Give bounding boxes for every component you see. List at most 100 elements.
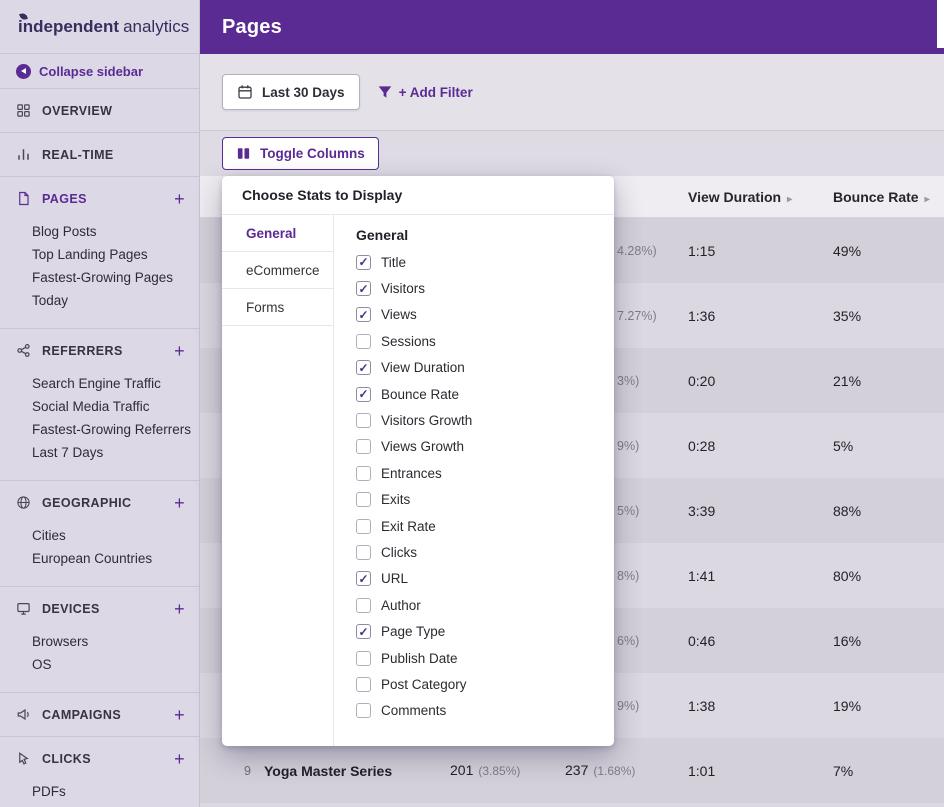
stat-option-sessions[interactable]: Sessions (356, 328, 614, 354)
plus-icon[interactable] (174, 342, 185, 360)
tab-general[interactable]: General (222, 215, 333, 252)
checkbox[interactable] (356, 545, 371, 560)
sidebar-item-european-countries[interactable]: European Countries (0, 547, 199, 570)
sidebar-item-overview[interactable]: OVERVIEW (0, 88, 199, 132)
sidebar-item-social-media-traffic[interactable]: Social Media Traffic (0, 395, 199, 418)
scrollbar[interactable] (937, 0, 944, 48)
sidebar-section-label: REFERRERS (42, 344, 123, 358)
checkbox[interactable] (356, 492, 371, 507)
checkbox[interactable] (356, 307, 371, 322)
checkbox[interactable] (356, 413, 371, 428)
sidebar-item-devices[interactable]: DEVICES (0, 586, 199, 630)
stat-option-visitors-growth[interactable]: Visitors Growth (356, 407, 614, 433)
sidebar: independent analytics Collapse sidebar O… (0, 0, 200, 807)
checkbox[interactable] (356, 703, 371, 718)
stat-option-exit-rate[interactable]: Exit Rate (356, 513, 614, 539)
checkbox[interactable] (356, 598, 371, 613)
bounce-rate-cell: 49% (833, 243, 861, 259)
stat-option-views[interactable]: Views (356, 302, 614, 328)
sidebar-item-cities[interactable]: Cities (0, 524, 199, 547)
sidebar-item-referrers[interactable]: REFERRERS (0, 328, 199, 372)
sidebar-item-pdfs[interactable]: PDFs (0, 780, 199, 803)
checkbox[interactable] (356, 334, 371, 349)
brand-name-bold: independent (18, 17, 119, 37)
sidebar-item-today[interactable]: Today (0, 289, 199, 312)
stat-option-label: Views Growth (381, 439, 464, 454)
views-cell-partial: 5%) (617, 504, 639, 518)
checkbox[interactable] (356, 387, 371, 402)
stat-option-clicks[interactable]: Clicks (356, 539, 614, 565)
checkbox[interactable] (356, 255, 371, 270)
view-duration-cell: 1:01 (688, 763, 715, 779)
sidebar-item-top-landing-pages[interactable]: Top Landing Pages (0, 243, 199, 266)
pages-icon (16, 191, 32, 207)
checkbox[interactable] (356, 624, 371, 639)
stat-option-post-category[interactable]: Post Category (356, 671, 614, 697)
stat-option-publish-date[interactable]: Publish Date (356, 645, 614, 671)
view-duration-cell: 1:36 (688, 308, 715, 324)
date-range-button[interactable]: Last 30 Days (222, 74, 360, 110)
toggle-columns-button[interactable]: Toggle Columns (222, 137, 379, 170)
table-row[interactable]: 9 Yoga Master Series 201(3.85%) 237(1.68… (200, 738, 944, 803)
sidebar-item-realtime[interactable]: REAL-TIME (0, 132, 199, 176)
stat-option-url[interactable]: URL (356, 566, 614, 592)
stat-option-visitors[interactable]: Visitors (356, 275, 614, 301)
view-duration-cell: 1:38 (688, 698, 715, 714)
checkbox[interactable] (356, 651, 371, 666)
column-header-bounce-rate[interactable]: Bounce Rate (833, 176, 930, 218)
plus-icon[interactable] (174, 494, 185, 512)
collapse-sidebar-button[interactable]: Collapse sidebar (0, 54, 199, 88)
sidebar-children-referrers: Search Engine Traffic Social Media Traff… (0, 372, 199, 480)
stat-option-views-growth[interactable]: Views Growth (356, 434, 614, 460)
stat-option-bounce-rate[interactable]: Bounce Rate (356, 381, 614, 407)
plus-icon[interactable] (174, 750, 185, 768)
sidebar-item-os[interactable]: OS (0, 653, 199, 676)
column-header-view-duration[interactable]: View Duration (688, 176, 792, 218)
checkbox[interactable] (356, 466, 371, 481)
plus-icon[interactable] (174, 600, 185, 618)
checkbox[interactable] (356, 281, 371, 296)
sidebar-item-fastest-growing-referrers[interactable]: Fastest-Growing Referrers (0, 418, 199, 441)
add-filter-button[interactable]: + Add Filter (378, 85, 473, 100)
plus-icon[interactable] (174, 190, 185, 208)
stat-option-label: View Duration (381, 360, 465, 375)
filters-toolbar: Last 30 Days + Add Filter (200, 54, 944, 131)
sidebar-item-clicks[interactable]: CLICKS (0, 736, 199, 780)
sidebar-item-browsers[interactable]: Browsers (0, 630, 199, 653)
sidebar-item-search-engine-traffic[interactable]: Search Engine Traffic (0, 372, 199, 395)
visitors-percent: (3.85%) (478, 764, 520, 778)
page-title-cell[interactable]: Yoga Master Series (264, 763, 392, 779)
checkbox[interactable] (356, 360, 371, 375)
sidebar-children-pages: Blog Posts Top Landing Pages Fastest-Gro… (0, 220, 199, 328)
stat-option-label: Publish Date (381, 651, 458, 666)
sidebar-item-blog-posts[interactable]: Blog Posts (0, 220, 199, 243)
stat-option-title[interactable]: Title (356, 249, 614, 275)
view-duration-cell: 0:20 (688, 373, 715, 389)
sidebar-item-fastest-growing-pages[interactable]: Fastest-Growing Pages (0, 266, 199, 289)
sort-caret-icon (919, 189, 930, 205)
checkbox[interactable] (356, 519, 371, 534)
sidebar-item-geographic[interactable]: GEOGRAPHIC (0, 480, 199, 524)
checkbox[interactable] (356, 571, 371, 586)
stat-option-comments[interactable]: Comments (356, 698, 614, 724)
stat-option-label: Views (381, 307, 417, 322)
sidebar-item-pages[interactable]: PAGES (0, 176, 199, 220)
tab-ecommerce[interactable]: eCommerce (222, 252, 333, 289)
plus-icon[interactable] (174, 706, 185, 724)
bounce-rate-cell: 16% (833, 633, 861, 649)
popover-title: Choose Stats to Display (222, 176, 614, 215)
stat-option-label: Page Type (381, 624, 445, 639)
stat-option-exits[interactable]: Exits (356, 487, 614, 513)
column-header-label: Bounce Rate (833, 189, 919, 205)
sidebar-item-campaigns[interactable]: CAMPAIGNS (0, 692, 199, 736)
stat-option-view-duration[interactable]: View Duration (356, 355, 614, 381)
columns-toolbar: Toggle Columns (200, 131, 944, 176)
tab-forms[interactable]: Forms (222, 289, 333, 326)
stat-option-author[interactable]: Author (356, 592, 614, 618)
stat-option-entrances[interactable]: Entrances (356, 460, 614, 486)
checkbox[interactable] (356, 677, 371, 692)
sidebar-item-last-7-days[interactable]: Last 7 Days (0, 441, 199, 464)
stat-option-page-type[interactable]: Page Type (356, 618, 614, 644)
views-cell-partial: 8%) (617, 569, 639, 583)
checkbox[interactable] (356, 439, 371, 454)
